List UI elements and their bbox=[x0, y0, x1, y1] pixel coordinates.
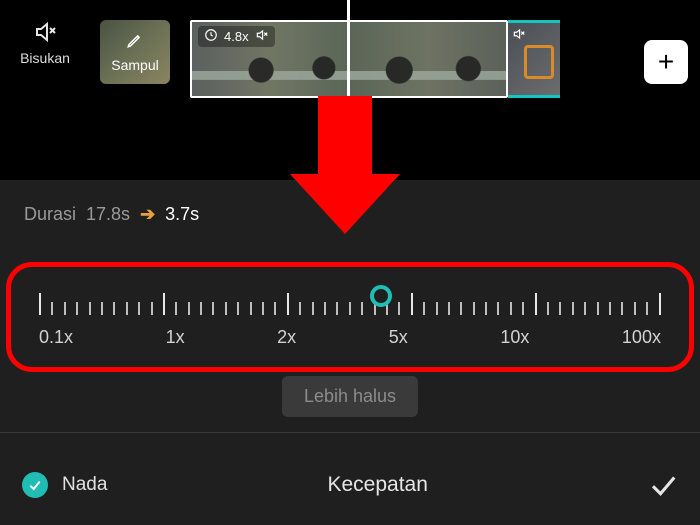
arrow-right-icon: ➔ bbox=[140, 204, 155, 225]
bottom-bar: Nada Kecepatan bbox=[0, 445, 700, 525]
tick-label: 1x bbox=[166, 327, 185, 348]
cover-label: Sampul bbox=[111, 57, 158, 73]
tick-label: 2x bbox=[277, 327, 296, 348]
tick-label: 5x bbox=[389, 327, 408, 348]
divider bbox=[0, 432, 700, 433]
pitch-toggle[interactable]: Nada bbox=[22, 472, 107, 498]
tick-label: 100x bbox=[622, 327, 661, 348]
confirm-button[interactable] bbox=[648, 470, 678, 500]
speed-tick-labels: 0.1x 1x 2x 5x 10x 100x bbox=[39, 327, 661, 348]
speed-slider-handle[interactable] bbox=[370, 285, 392, 307]
speed-icon bbox=[204, 28, 218, 45]
smooth-button-label: Lebih halus bbox=[304, 386, 396, 406]
video-clip-next[interactable] bbox=[508, 20, 560, 98]
mute-button[interactable]: Bisukan bbox=[10, 20, 80, 66]
speed-slider[interactable] bbox=[39, 281, 661, 315]
clip-info-badge: 4.8x bbox=[198, 26, 275, 47]
clip-mute-icon bbox=[255, 28, 269, 45]
timeline-toolbar: Bisukan Sampul 4.8x bbox=[0, 0, 700, 108]
speed-slider-highlight: 0.1x 1x 2x 5x 10x 100x bbox=[6, 262, 694, 372]
check-icon bbox=[22, 472, 48, 498]
pencil-icon bbox=[126, 31, 144, 54]
clip-mute-icon bbox=[512, 27, 526, 46]
mute-icon bbox=[33, 20, 57, 44]
duration-new: 3.7s bbox=[165, 204, 199, 225]
timeline-track[interactable]: 4.8x bbox=[190, 20, 690, 98]
timeline-playhead bbox=[347, 0, 350, 108]
clip-speed-value: 4.8x bbox=[224, 29, 249, 44]
annotation-arrow bbox=[280, 96, 410, 236]
duration-label: Durasi bbox=[24, 204, 76, 225]
add-clip-button[interactable]: + bbox=[644, 40, 688, 84]
smooth-button[interactable]: Lebih halus bbox=[282, 376, 418, 417]
panel-title: Kecepatan bbox=[328, 473, 428, 497]
cover-button[interactable]: Sampul bbox=[100, 20, 170, 84]
tick-label: 0.1x bbox=[39, 327, 73, 348]
duration-old: 17.8s bbox=[86, 204, 130, 225]
pitch-label: Nada bbox=[62, 474, 107, 496]
plus-icon: + bbox=[658, 46, 674, 78]
mute-label: Bisukan bbox=[20, 50, 70, 66]
tick-label: 10x bbox=[500, 327, 529, 348]
